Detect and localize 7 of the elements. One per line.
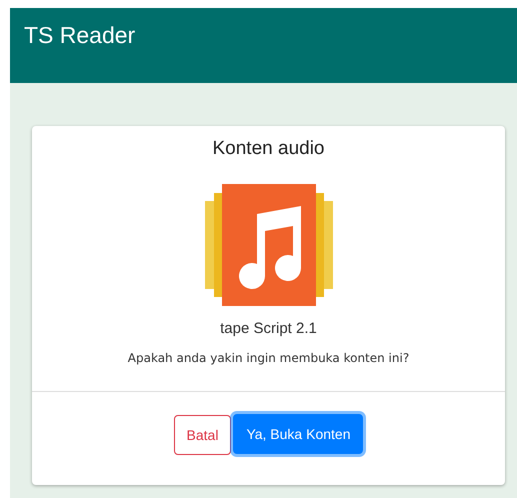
confirm-question: Apakah anda yakin ingin membuka konten ini? <box>128 351 410 365</box>
cancel-button[interactable]: Batal <box>174 415 232 455</box>
music-note-icon <box>204 184 332 306</box>
content-name: tape Script 2.1 <box>220 320 317 337</box>
dialog-title: Konten audio <box>212 138 324 160</box>
open-content-button[interactable]: Ya, Buka Konten <box>233 414 364 454</box>
app-title: TS Reader <box>24 22 136 49</box>
